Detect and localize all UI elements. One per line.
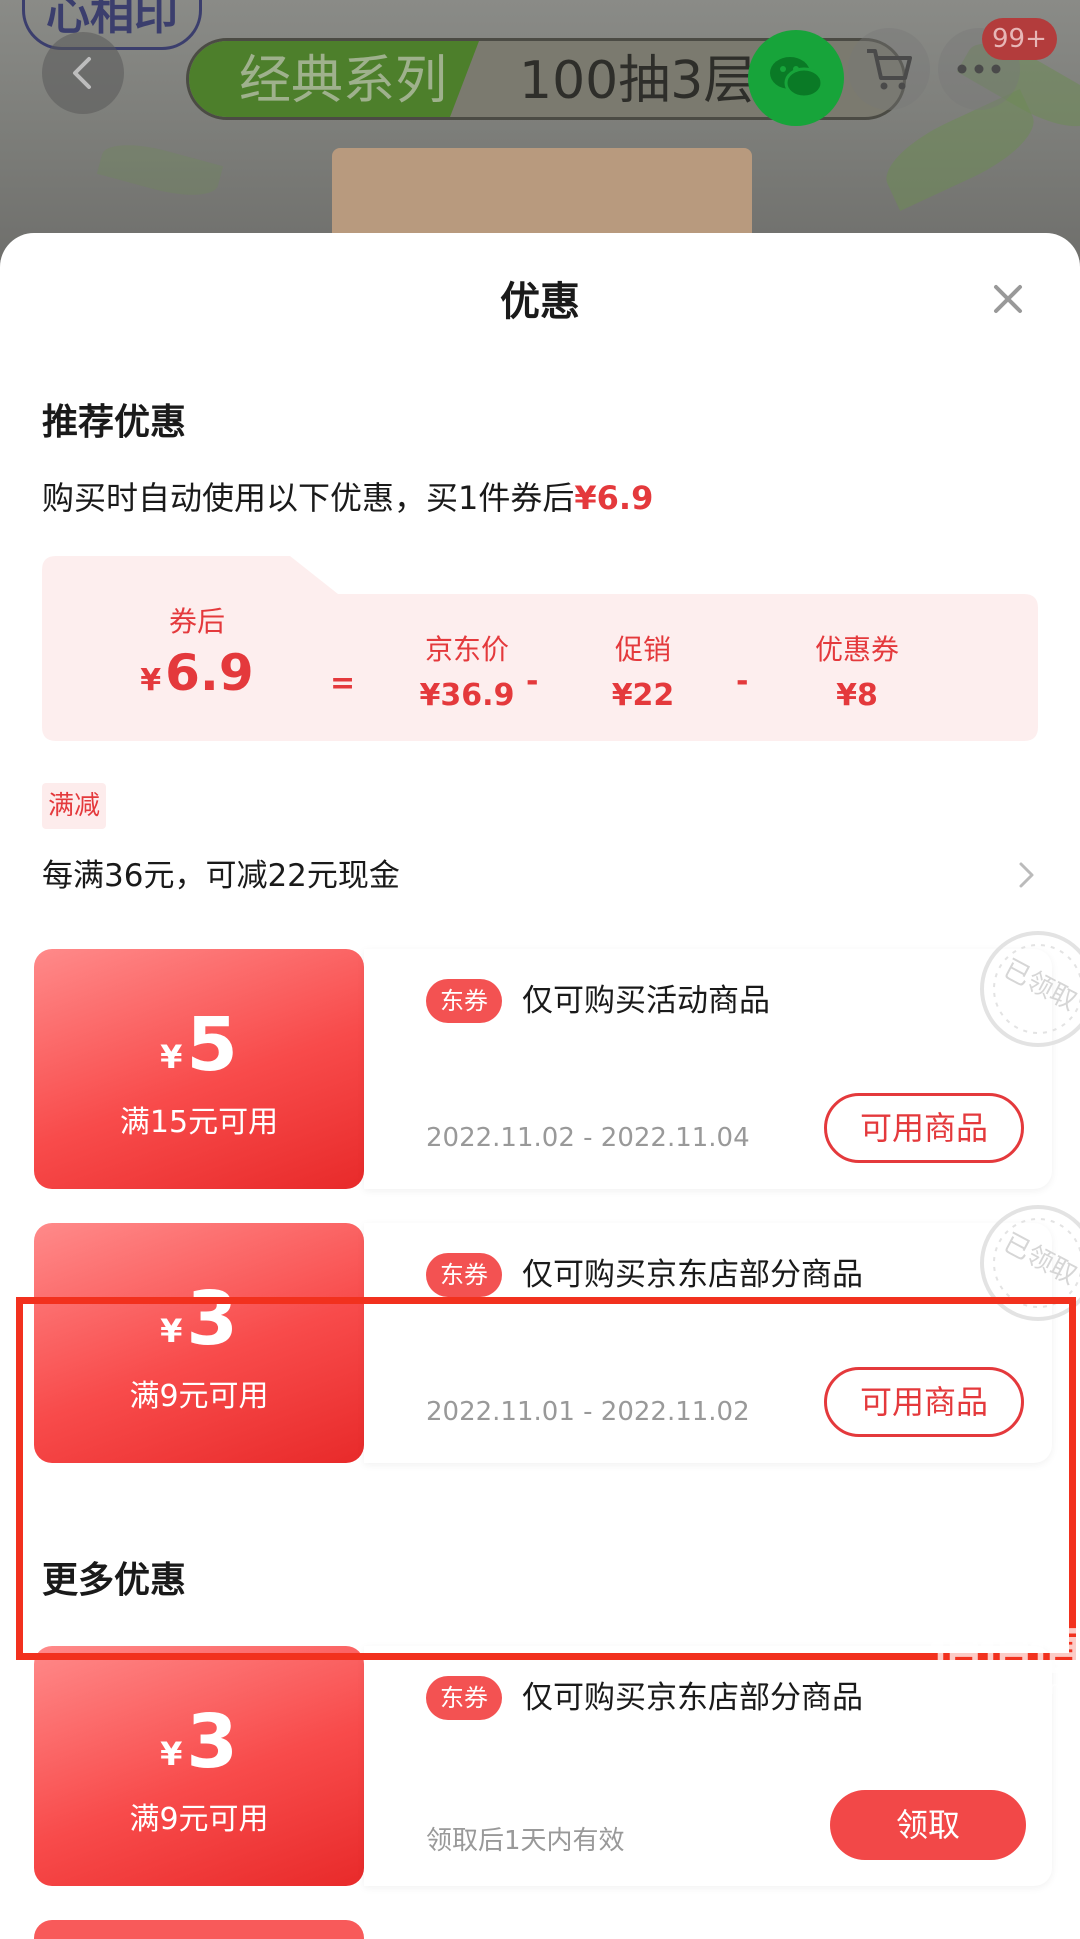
coupon-value-panel: ¥3 满9元可用 <box>34 1646 364 1886</box>
watermark-url: zhizhizhi.com <box>945 1678 1067 1699</box>
coupon-condition: 满9元可用 <box>129 1379 269 1414</box>
next-coupon-peek <box>34 1920 364 1939</box>
coupon-card: ¥3 满9元可用 东券 仅可购买京东店部分商品 2022.11.01 - 202… <box>34 1205 1080 1463</box>
jd-price-label: 京东价 <box>424 633 509 666</box>
jd-coupon-tag: 东券 <box>426 1676 502 1720</box>
coupon-amount-number: 3 <box>186 1276 238 1362</box>
final-price-number: 6.9 <box>165 644 254 702</box>
jd-price-block: 京东价 ¥36.9 <box>392 628 542 713</box>
recommended-desc-price: ¥6.9 <box>574 479 654 517</box>
coupon-value-panel: ¥3 满9元可用 <box>34 1223 364 1463</box>
coupon-info-panel: 东券 仅可购买京东店部分商品 2022.11.01 - 2022.11.02 可… <box>364 1205 1080 1463</box>
close-icon[interactable] <box>988 279 1028 319</box>
back-button[interactable] <box>42 32 124 114</box>
coupon-validity-dates: 2022.11.02 - 2022.11.04 <box>426 1123 750 1153</box>
chevron-right-icon <box>1019 862 1034 888</box>
jd-coupon-tag: 东券 <box>426 979 502 1023</box>
coupon-card: ¥5 满15元可用 东券 仅可购买活动商品 2022.11.02 - 2022.… <box>34 931 1080 1189</box>
minus-sign: - <box>526 664 539 699</box>
coupon-amount-value: ¥8 <box>836 678 878 713</box>
promotion-text: 每满36元，可减22元现金 <box>42 858 400 894</box>
promotion-row[interactable]: 每满36元，可减22元现金 <box>42 850 1038 900</box>
watermark-logo: 值值值 <box>930 1619 1080 1682</box>
coupon-currency: ¥ <box>160 1312 183 1350</box>
minus-sign: - <box>736 664 749 699</box>
coupon-condition: 满9元可用 <box>129 1802 269 1837</box>
final-price-currency: ¥ <box>140 663 162 698</box>
cart-icon <box>867 49 912 90</box>
final-price-value: ¥6.9 <box>122 644 272 702</box>
chevron-left-icon <box>73 57 91 89</box>
final-price-block: 券后 ¥6.9 <box>122 600 272 702</box>
cart-count-badge: 99+ <box>982 18 1057 60</box>
recommended-description: 购买时自动使用以下优惠，买1件券后¥6.9 <box>42 473 653 519</box>
series-text: 100抽3层 <box>519 51 756 111</box>
coupon-currency: ¥ <box>160 1038 183 1076</box>
coupon-description: 仅可购买活动商品 <box>522 983 770 1019</box>
coupon-validity-dates: 2022.11.01 - 2022.11.02 <box>426 1397 750 1427</box>
coupon-amount: ¥3 <box>34 1279 364 1371</box>
promo-block: 促销 ¥22 <box>588 628 698 713</box>
coupon-amount-number: 5 <box>186 1002 238 1088</box>
recommended-title: 推荐优惠 <box>42 402 187 443</box>
coupon-value-panel: ¥5 满15元可用 <box>34 949 364 1189</box>
final-price-label: 券后 <box>168 605 225 638</box>
coupon-card: ¥3 满9元可用 东券 仅可购买京东店部分商品 领取后1天内有效 领取 <box>34 1646 1052 1886</box>
coupon-amount-label: 优惠券 <box>814 633 899 666</box>
series-tag: 经典系列 <box>189 41 479 117</box>
coupon-info-panel: 东券 仅可购买活动商品 2022.11.02 - 2022.11.04 可用商品… <box>364 931 1080 1189</box>
coupon-description: 仅可购买京东店部分商品 <box>522 1257 863 1293</box>
coupon-amount: ¥5 <box>34 1005 364 1097</box>
wechat-share-button[interactable] <box>748 30 844 126</box>
promo-label: 促销 <box>614 633 671 666</box>
claimed-stamp-icon: 已领取 <box>976 1201 1080 1325</box>
coupon-amount-block: 优惠券 ¥8 <box>792 628 922 713</box>
claimed-stamp-text: 已领取 <box>998 1228 1080 1291</box>
available-products-button[interactable]: 可用商品 <box>824 1093 1024 1163</box>
claimed-stamp-icon: 已领取 <box>976 927 1080 1051</box>
wechat-icon <box>770 57 824 99</box>
leaf-decoration <box>96 135 224 205</box>
available-products-button[interactable]: 可用商品 <box>824 1367 1024 1437</box>
claim-coupon-button[interactable]: 领取 <box>830 1790 1026 1860</box>
full-reduction-tag: 满减 <box>42 783 107 829</box>
coupon-condition: 满15元可用 <box>119 1105 279 1140</box>
equals-sign: = <box>330 666 356 701</box>
jd-price-value: ¥36.9 <box>419 678 515 713</box>
coupon-amount-number: 3 <box>186 1699 238 1785</box>
recommended-desc-text: 购买时自动使用以下优惠，买1件券后 <box>42 479 575 517</box>
jd-coupon-tag: 东券 <box>426 1253 502 1297</box>
coupon-validity: 领取后1天内有效 <box>426 1826 625 1856</box>
cart-button[interactable] <box>848 28 930 110</box>
coupon-amount: ¥3 <box>34 1702 364 1794</box>
coupon-currency: ¥ <box>160 1735 183 1773</box>
brand-logo: 心相印 <box>22 0 202 50</box>
more-discounts-title: 更多优惠 <box>42 1560 187 1601</box>
claimed-stamp-text: 已领取 <box>998 954 1080 1017</box>
product-page-backdrop: 心相印 经典系列 100抽3层 99+ <box>0 0 1080 260</box>
sheet-title: 优惠 <box>500 279 580 325</box>
price-breakdown: 券后 ¥6.9 = 京东价 ¥36.9 - 促销 ¥22 - 优惠券 ¥8 <box>42 556 1038 741</box>
more-dots-icon <box>957 64 1001 74</box>
discount-sheet: 优惠 推荐优惠 购买时自动使用以下优惠，买1件券后¥6.9 券后 ¥6.9 = … <box>0 233 1080 1939</box>
coupon-description: 仅可购买京东店部分商品 <box>522 1680 863 1716</box>
promo-value: ¥22 <box>611 678 675 713</box>
